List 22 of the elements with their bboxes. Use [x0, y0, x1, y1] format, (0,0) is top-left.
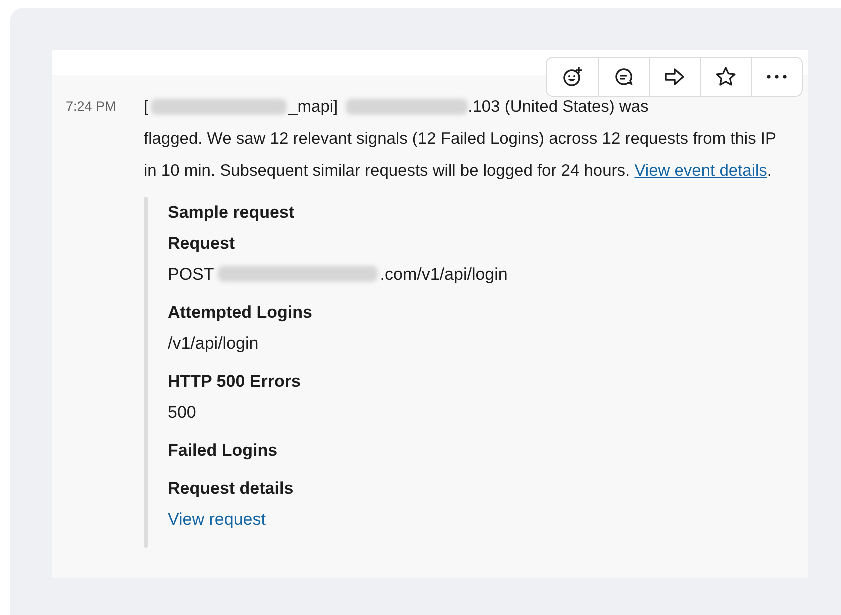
field-title: Failed Logins	[168, 440, 279, 462]
field-title: Request details	[168, 478, 295, 500]
view-request-link[interactable]: View request	[168, 510, 266, 529]
attachment-title: Sample request	[168, 202, 296, 224]
message-text: _mapi]	[288, 97, 338, 118]
field-value: POST	[168, 265, 214, 284]
event-details-link[interactable]: View event details	[634, 162, 768, 180]
message-text: [	[144, 97, 149, 118]
message-text: flagged. We saw 12 relevant signals (12 Failed Logins) across 12 requests from this IP in 10 min. Subsequent similar requests will be logged for 24 hours. View event details.	[144, 129, 778, 182]
field-title: HTTP 500 Errors	[168, 371, 302, 393]
smiley-plus-icon	[562, 66, 584, 88]
field-value: /v1/api/login	[168, 334, 259, 353]
timestamp: 7:24 PM	[66, 98, 116, 116]
field-title: Attempted Logins	[168, 302, 314, 324]
message-text: .103 (United States) was	[468, 97, 649, 118]
more-icon	[766, 74, 788, 80]
speech-bubble-icon	[614, 67, 634, 87]
star-icon	[715, 66, 737, 88]
field-value: .com/v1/api/login	[380, 265, 508, 284]
field-title: Request	[168, 233, 236, 255]
arrow-right-icon	[664, 67, 686, 87]
field-value: 500	[168, 403, 196, 422]
